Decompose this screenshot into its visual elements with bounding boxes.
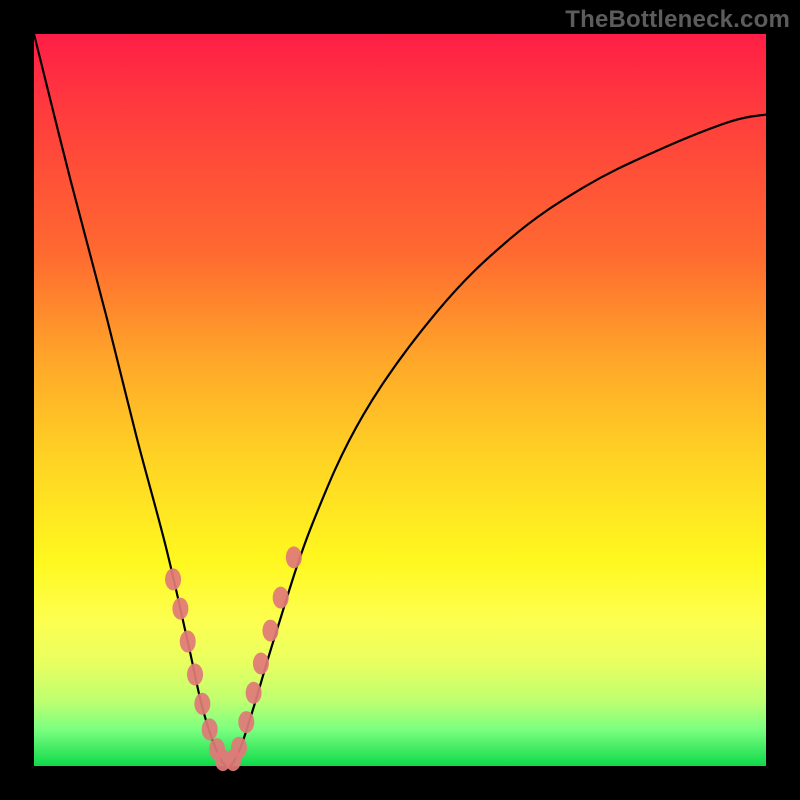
curve-path	[34, 34, 766, 766]
curve-marker	[165, 568, 181, 590]
curve-marker	[253, 653, 269, 675]
curve-marker	[286, 546, 302, 568]
curve-marker	[187, 664, 203, 686]
marker-group	[165, 546, 302, 771]
curve-marker	[262, 620, 278, 642]
curve-marker	[180, 631, 196, 653]
curve-marker	[238, 711, 254, 733]
chart-frame: TheBottleneck.com	[0, 0, 800, 800]
curve-marker	[246, 682, 262, 704]
chart-svg	[34, 34, 766, 766]
curve-marker	[172, 598, 188, 620]
watermark-text: TheBottleneck.com	[565, 6, 790, 34]
curve-marker	[202, 718, 218, 740]
plot-area	[34, 34, 766, 766]
curve-marker	[194, 693, 210, 715]
curve-marker	[273, 587, 289, 609]
curve-marker	[231, 737, 247, 759]
